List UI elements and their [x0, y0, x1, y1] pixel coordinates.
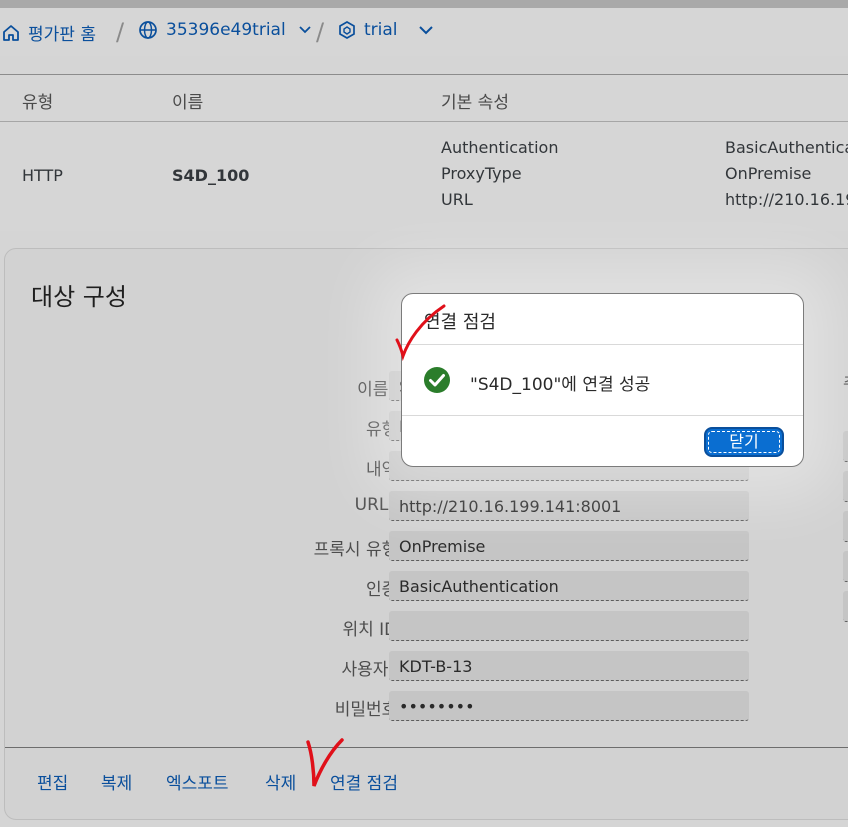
annotation-check-mark-icon	[395, 304, 446, 362]
footer-divider	[5, 747, 848, 748]
user-field[interactable]: KDT-B-13	[389, 651, 749, 681]
breadcrumb-home-label: 평가판 홈	[28, 25, 96, 45]
proxy-type-field[interactable]: OnPremise	[389, 531, 749, 561]
column-header-properties: 기본 속성	[441, 93, 509, 113]
row-prop-value: OnPremise	[725, 164, 812, 183]
right-column-field[interactable]	[843, 471, 848, 502]
right-column-field[interactable]	[843, 591, 848, 622]
space-icon	[338, 20, 356, 40]
breadcrumb: 평가판 홈 / 35396e49trial / trial	[0, 8, 848, 56]
edit-button[interactable]: 편집	[37, 769, 68, 794]
panel-title: 대상 구성	[31, 283, 127, 311]
row-prop-name: Authentication	[441, 138, 559, 157]
password-field[interactable]: ••••••••	[389, 691, 749, 721]
home-icon	[2, 24, 20, 42]
dialog-footer-divider	[402, 415, 803, 416]
right-column-field[interactable]	[843, 431, 848, 462]
row-prop-name: ProxyType	[441, 164, 522, 183]
clone-button[interactable]: 복제	[101, 769, 132, 794]
right-column-label: 추	[843, 369, 848, 393]
right-column-field[interactable]	[843, 551, 848, 582]
chevron-down-icon[interactable]	[298, 25, 312, 35]
breadcrumb-account[interactable]: 35396e49trial	[138, 20, 312, 40]
success-check-icon	[423, 366, 451, 398]
dialog-message: "S4D_100"에 연결 성공	[470, 375, 651, 395]
row-type: HTTP	[22, 166, 63, 185]
column-header-name: 이름	[172, 93, 204, 113]
top-shell-strip	[0, 0, 848, 8]
dialog-divider	[402, 344, 803, 345]
export-button[interactable]: 엑스포트	[166, 769, 229, 794]
header-divider	[0, 121, 848, 122]
breadcrumb-separator: /	[116, 18, 125, 46]
row-prop-name: URL	[441, 190, 473, 209]
check-connection-dialog: 연결 점검 "S4D_100"에 연결 성공 닫기	[401, 293, 804, 467]
breadcrumb-space-label: trial	[364, 20, 398, 40]
right-column-field[interactable]	[843, 511, 848, 542]
breadcrumb-home[interactable]: 평가판 홈	[2, 20, 96, 45]
column-header-type: 유형	[22, 93, 54, 113]
delete-button[interactable]: 삭제	[265, 769, 296, 794]
row-prop-value: BasicAuthentica	[725, 138, 848, 157]
row-name: S4D_100	[172, 166, 250, 185]
close-button[interactable]: 닫기	[704, 427, 784, 457]
annotation-check-mark-icon	[306, 738, 344, 787]
breadcrumb-account-label: 35396e49trial	[166, 20, 286, 40]
destinations-table: 유형 이름 기본 속성 HTTP S4D_100 Authentication …	[0, 74, 848, 231]
globe-icon	[138, 20, 158, 40]
location-id-field[interactable]	[389, 611, 749, 641]
chevron-down-icon[interactable]	[418, 25, 434, 35]
breadcrumb-separator: /	[316, 18, 325, 46]
row-prop-value: http://210.16.19	[725, 190, 848, 209]
url-field[interactable]: http://210.16.199.141:8001	[389, 491, 749, 521]
breadcrumb-space[interactable]: trial	[338, 20, 434, 40]
authentication-field[interactable]: BasicAuthentication	[389, 571, 749, 601]
